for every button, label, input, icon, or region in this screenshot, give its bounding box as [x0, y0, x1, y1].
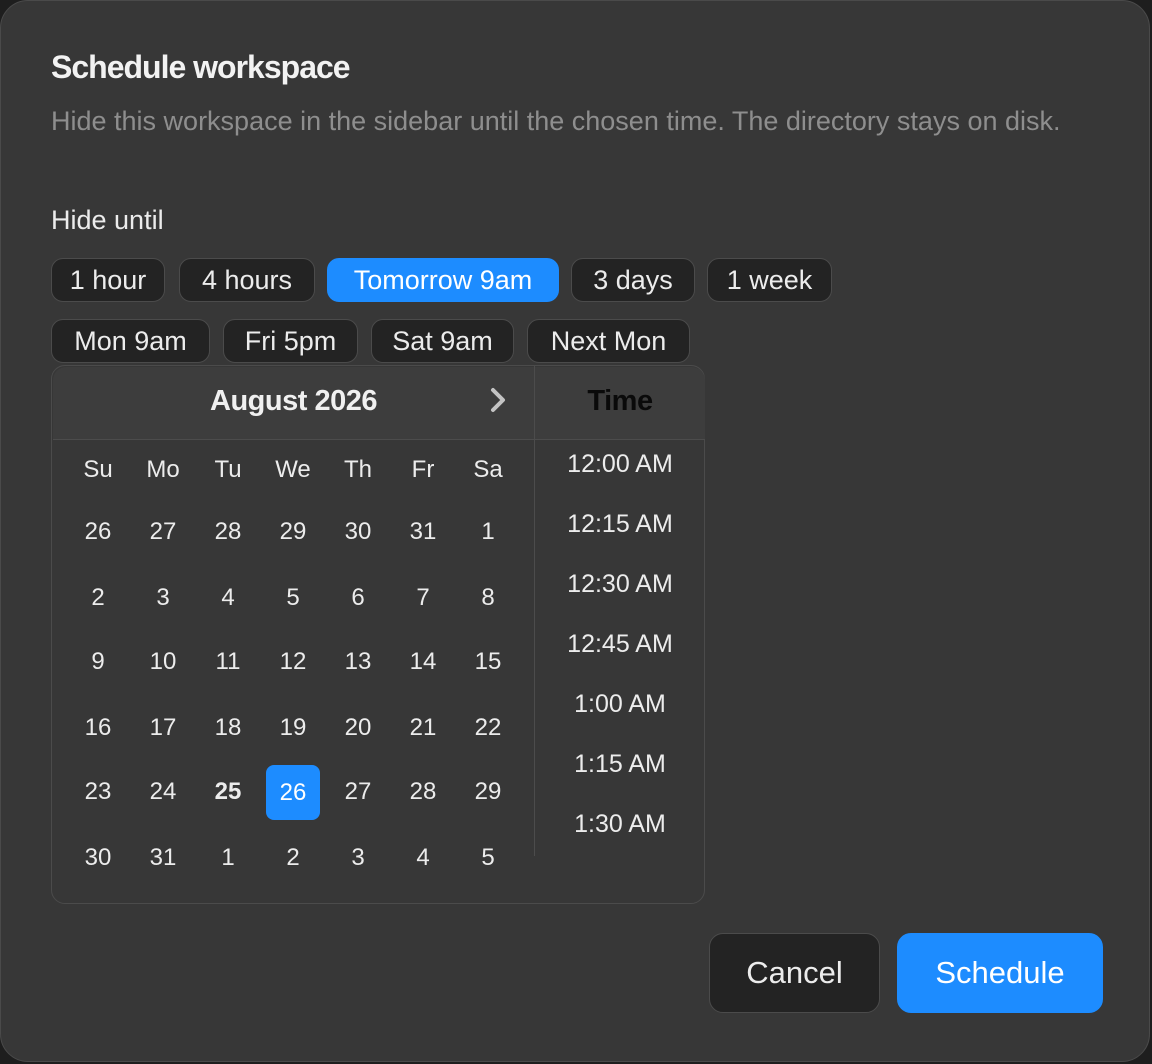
calendar-day-today[interactable]: 25 — [202, 766, 254, 818]
calendar-day[interactable]: 12 — [267, 636, 319, 688]
calendar-day[interactable]: 1 — [462, 506, 514, 558]
calendar-day[interactable]: 19 — [267, 702, 319, 754]
weekday-header: Sa — [473, 456, 503, 483]
time-header: Time — [535, 367, 705, 440]
calendar-day[interactable]: 9 — [72, 636, 124, 688]
calendar-day[interactable]: 30 — [332, 506, 384, 558]
calendar-day[interactable]: 24 — [137, 766, 189, 818]
time-option[interactable]: 1:15 AM — [535, 750, 705, 779]
calendar-day[interactable]: 2 — [72, 572, 124, 624]
weekday-header: We — [275, 456, 311, 483]
calendar-day[interactable]: 31 — [137, 832, 189, 884]
calendar-day[interactable]: 17 — [137, 702, 189, 754]
weekday-header: Fr — [411, 456, 435, 483]
calendar-day[interactable]: 4 — [202, 572, 254, 624]
preset-chip-4-hours[interactable]: 4 hours — [179, 258, 315, 302]
calendar-day[interactable]: 13 — [332, 636, 384, 688]
calendar-day[interactable]: 29 — [462, 766, 514, 818]
calendar-day[interactable]: 7 — [397, 572, 449, 624]
time-option[interactable]: 1:00 AM — [535, 690, 705, 719]
preset-chip-1-hour[interactable]: 1 hour — [51, 258, 165, 302]
preset-chip-tomorrow-9am[interactable]: Tomorrow 9am — [327, 258, 559, 302]
calendar-day[interactable]: 28 — [202, 506, 254, 558]
calendar-day[interactable]: 18 — [202, 702, 254, 754]
calendar-day[interactable]: 21 — [397, 702, 449, 754]
weekday-header: Tu — [214, 456, 242, 483]
calendar-day[interactable]: 27 — [332, 766, 384, 818]
preset-chip-3-days[interactable]: 3 days — [571, 258, 695, 302]
calendar-day[interactable]: 29 — [267, 506, 319, 558]
calendar-day[interactable]: 14 — [397, 636, 449, 688]
dialog-title: Schedule workspace — [51, 49, 351, 85]
cancel-button[interactable]: Cancel — [709, 933, 880, 1013]
time-option[interactable]: 12:30 AM — [535, 570, 705, 599]
calendar-day[interactable]: 6 — [332, 572, 384, 624]
weekday-header: Mo — [146, 456, 180, 483]
date-time-picker: August 2026 Time Su Mo Tu We Th Fr Sa 26 27 28 29 3… — [51, 365, 705, 904]
calendar-day[interactable]: 22 — [462, 702, 514, 754]
preset-chip-next-mon[interactable]: Next Mon — [527, 319, 690, 363]
weekday-header: Th — [343, 456, 372, 483]
calendar-day[interactable]: 10 — [137, 636, 189, 688]
calendar-day[interactable]: 31 — [397, 506, 449, 558]
preset-chip-mon-9am[interactable]: Mon 9am — [51, 319, 210, 363]
time-option[interactable]: 12:15 AM — [535, 510, 705, 539]
calendar-day[interactable]: 16 — [72, 702, 124, 754]
calendar-day[interactable]: 27 — [137, 506, 189, 558]
next-month-button[interactable] — [481, 383, 515, 417]
calendar-day[interactable]: 23 — [72, 766, 124, 818]
calendar-day[interactable]: 28 — [397, 766, 449, 818]
calendar-day[interactable]: 20 — [332, 702, 384, 754]
schedule-button[interactable]: Schedule — [897, 933, 1103, 1013]
calendar-day[interactable]: 5 — [462, 832, 514, 884]
preset-chip-fri-5pm[interactable]: Fri 5pm — [223, 319, 358, 363]
hide-until-label: Hide until — [51, 205, 164, 235]
calendar-day[interactable]: 30 — [72, 832, 124, 884]
preset-chip-sat-9am[interactable]: Sat 9am — [371, 319, 514, 363]
calendar-day[interactable]: 2 — [267, 832, 319, 884]
weekday-header: Su — [83, 456, 113, 483]
calendar-day[interactable]: 1 — [202, 832, 254, 884]
time-option[interactable]: 1:30 AM — [535, 810, 705, 839]
calendar-day[interactable]: 15 — [462, 636, 514, 688]
chevron-right-icon — [491, 388, 505, 412]
dialog-subtitle: Hide this workspace in the sidebar until… — [51, 106, 1061, 136]
calendar-day[interactable]: 3 — [137, 572, 189, 624]
calendar-month-label: August 2026 — [210, 385, 377, 417]
calendar-day[interactable]: 8 — [462, 572, 514, 624]
calendar-day[interactable]: 26 — [72, 506, 124, 558]
calendar-day[interactable]: 5 — [267, 572, 319, 624]
time-option[interactable]: 12:45 AM — [535, 630, 705, 659]
time-option[interactable]: 12:00 AM — [535, 450, 705, 479]
calendar-day[interactable]: 3 — [332, 832, 384, 884]
calendar-day[interactable]: 4 — [397, 832, 449, 884]
preset-chip-1-week[interactable]: 1 week — [707, 258, 832, 302]
time-title: Time — [587, 385, 653, 417]
calendar-day-selected[interactable]: 26 — [266, 764, 320, 820]
schedule-dialog: Schedule workspace Hide this workspace i… — [0, 0, 1150, 1062]
calendar-header: August 2026 — [53, 367, 534, 440]
calendar-day[interactable]: 11 — [202, 636, 254, 688]
